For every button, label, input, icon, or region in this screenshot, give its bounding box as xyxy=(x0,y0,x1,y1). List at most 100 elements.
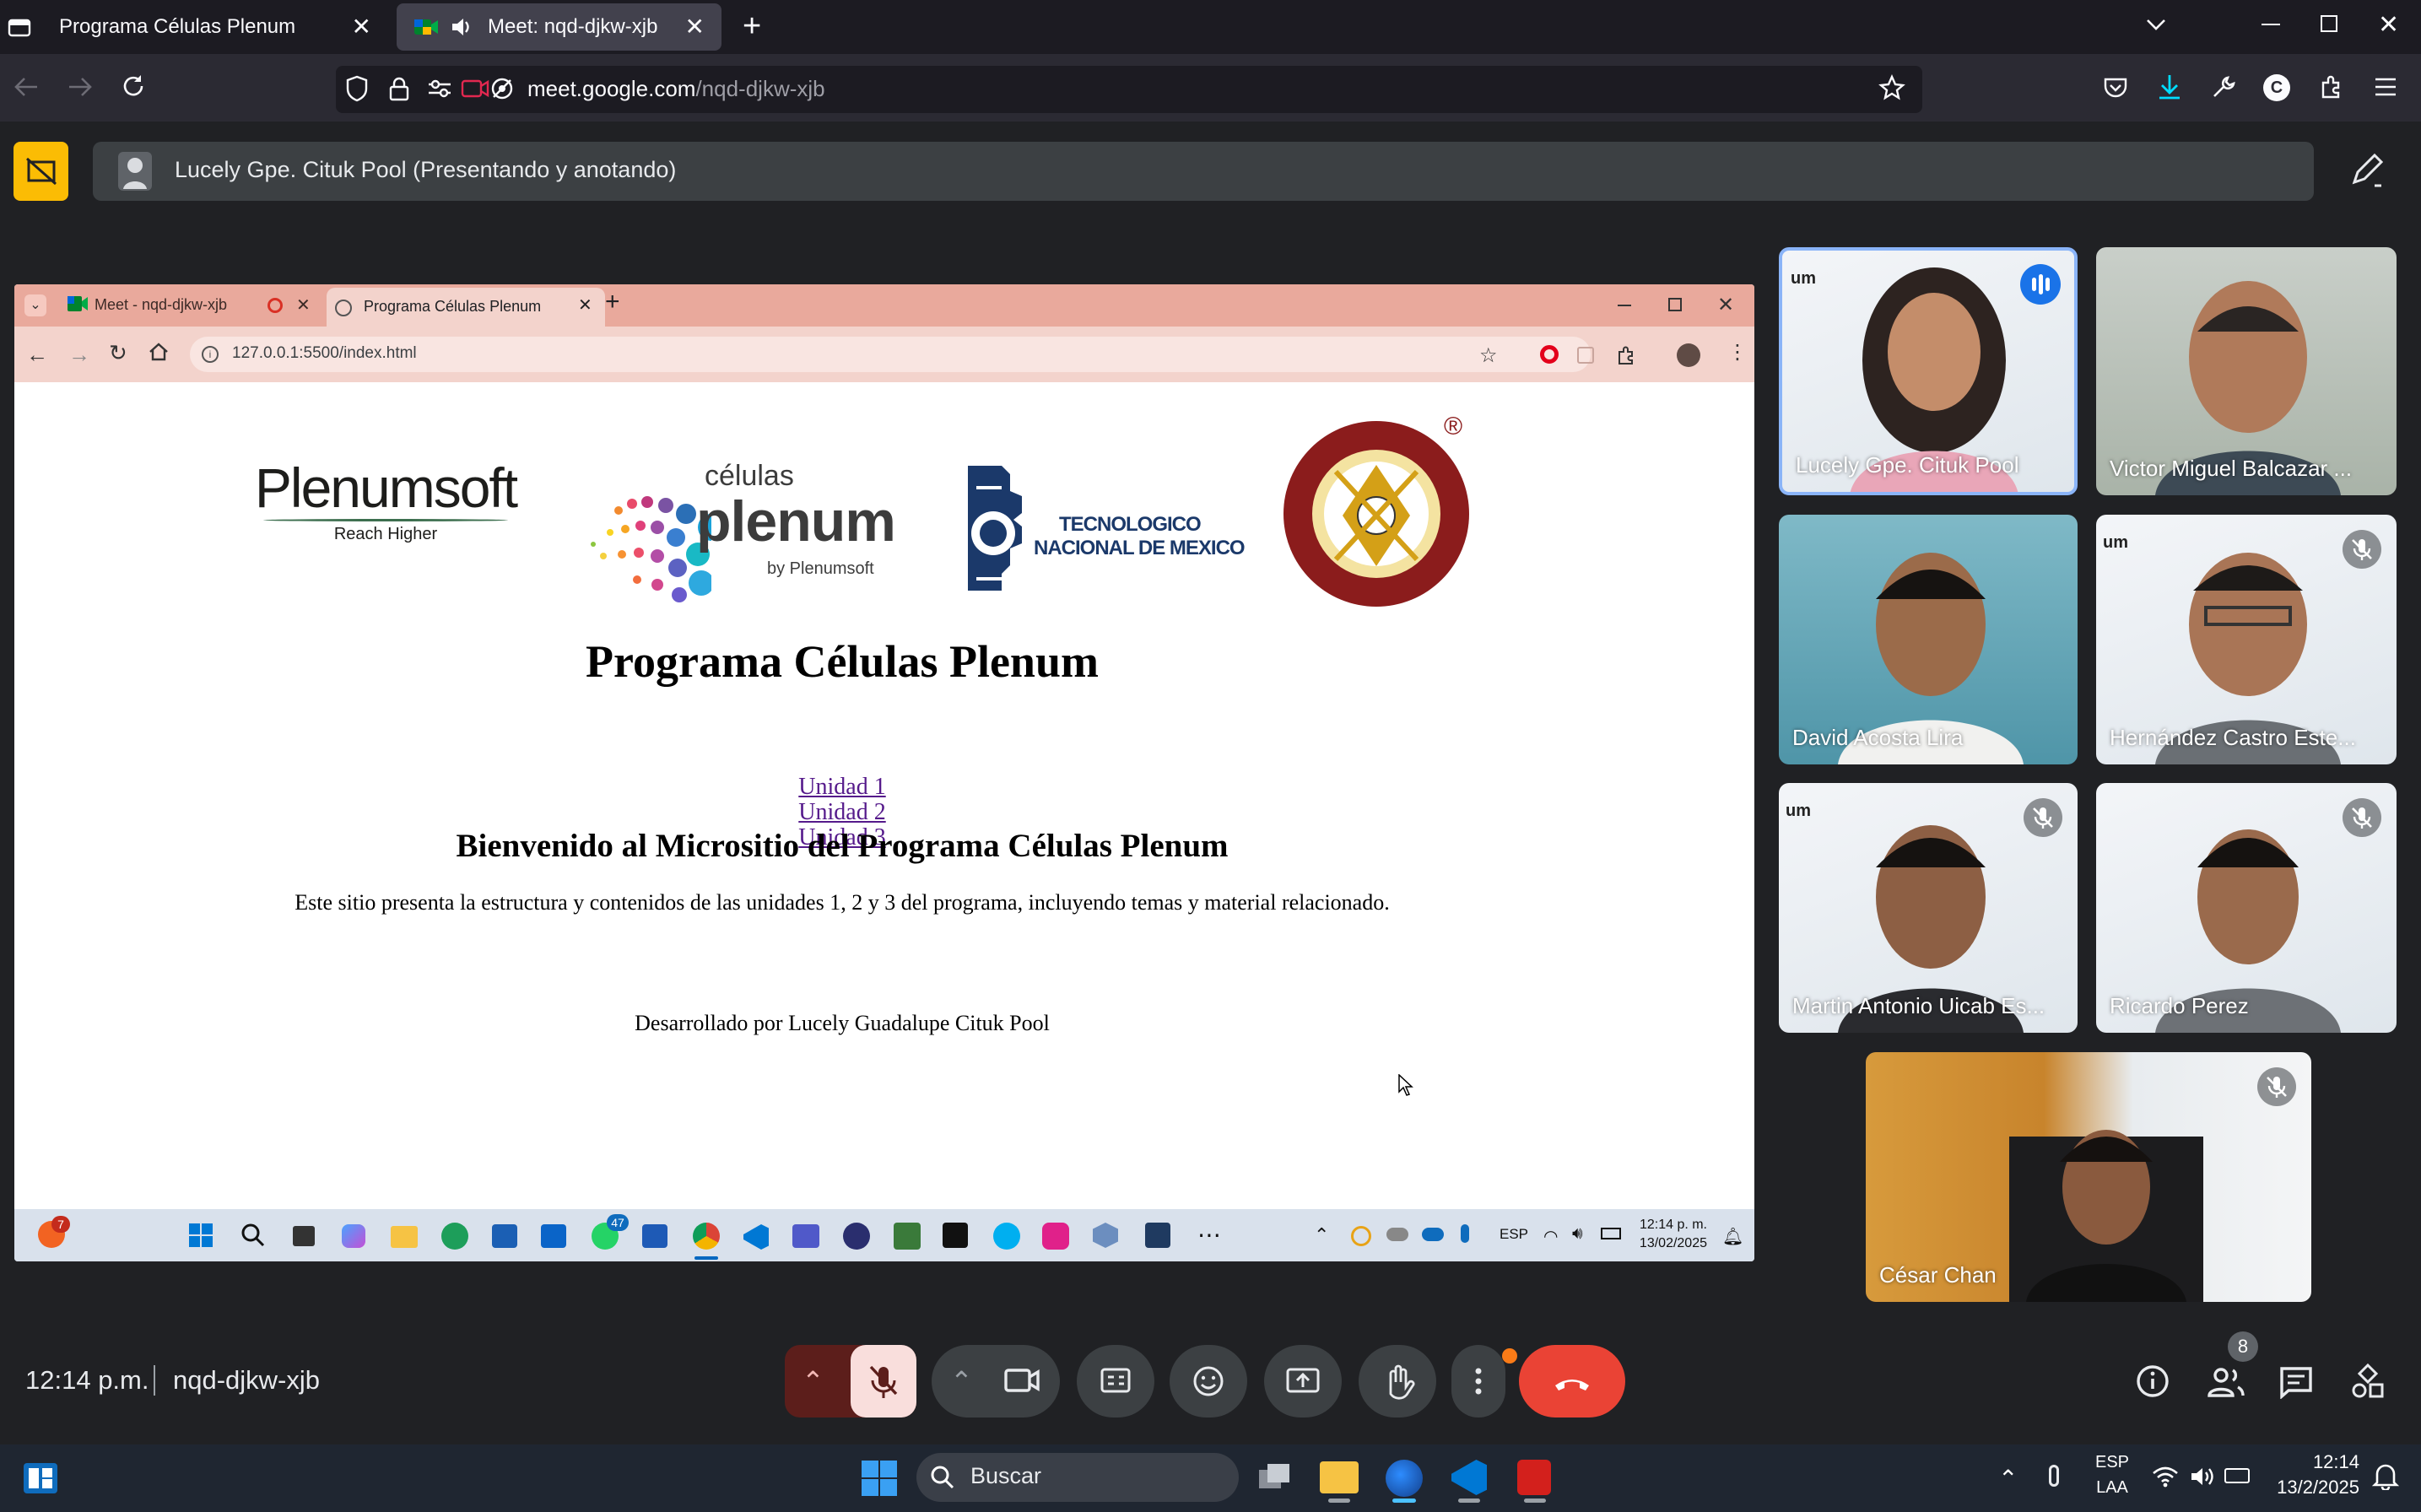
close-tab-icon[interactable]: ✕ xyxy=(296,294,311,316)
more-options-button[interactable] xyxy=(1451,1345,1505,1418)
task-view-icon[interactable] xyxy=(1257,1461,1293,1492)
shared-tab-meet-title[interactable]: Meet - nqd-djkw-xjb xyxy=(95,296,227,314)
captions-button[interactable] xyxy=(1077,1345,1154,1418)
notification-bell-icon[interactable] xyxy=(2371,1461,2400,1490)
participant-tile[interactable]: um Lucely Gpe. Cituk Pool xyxy=(1779,247,2078,495)
extension-icon[interactable] xyxy=(1577,347,1594,364)
extensions-icon[interactable] xyxy=(2319,74,2344,100)
tab-search-icon[interactable]: ⌄ xyxy=(24,294,46,316)
chat-button[interactable] xyxy=(2278,1365,2314,1399)
reactions-button[interactable] xyxy=(1170,1345,1247,1418)
wifi-icon[interactable]: ◠ xyxy=(1543,1226,1558,1247)
input-language-top[interactable]: ESP xyxy=(2093,1453,2132,1472)
restore-icon[interactable] xyxy=(1668,298,1682,311)
input-language-bottom[interactable]: LAA xyxy=(2093,1478,2132,1498)
close-tab-icon[interactable]: ✕ xyxy=(352,15,371,39)
leave-call-button[interactable] xyxy=(1519,1345,1625,1418)
battery-charging-icon[interactable] xyxy=(2224,1468,2250,1483)
edge-icon[interactable] xyxy=(441,1223,468,1250)
link-unidad-2[interactable]: Unidad 2 xyxy=(14,799,1670,826)
show-hidden-icons[interactable]: ⌃ xyxy=(1314,1224,1329,1246)
system-clock-time[interactable]: 12:14 xyxy=(2270,1451,2359,1473)
audio-options-chevron-icon[interactable]: ⌃ xyxy=(802,1365,824,1397)
sync-icon[interactable] xyxy=(1351,1226,1371,1246)
minimize-icon[interactable] xyxy=(1618,305,1631,306)
battery-icon[interactable] xyxy=(1601,1228,1621,1239)
close-tab-icon[interactable]: ✕ xyxy=(685,15,705,39)
annotate-pen-icon[interactable] xyxy=(2344,152,2386,191)
back-icon[interactable] xyxy=(12,74,41,100)
reload-icon[interactable]: ↻ xyxy=(109,340,127,366)
new-tab-icon[interactable]: + xyxy=(605,288,620,316)
tab-list-chevron-icon[interactable] xyxy=(2143,12,2169,37)
microphone-icon[interactable] xyxy=(1461,1224,1469,1243)
minimize-icon[interactable] xyxy=(2262,24,2280,25)
word-icon[interactable] xyxy=(642,1224,667,1248)
restore-icon[interactable] xyxy=(2321,15,2337,32)
forward-icon[interactable] xyxy=(66,74,95,100)
jetbrains-icon[interactable] xyxy=(943,1223,968,1248)
close-window-icon[interactable]: ✕ xyxy=(2378,10,2399,40)
browser-tab-meet[interactable]: Meet: nqd-djkw-xjb ✕ xyxy=(397,3,721,51)
menu-icon[interactable] xyxy=(2373,76,2398,98)
home-icon[interactable] xyxy=(148,342,170,362)
copilot-icon[interactable] xyxy=(342,1224,365,1248)
stop-presenting-icon[interactable] xyxy=(14,142,68,201)
onedrive-icon[interactable] xyxy=(1422,1228,1444,1241)
teams-icon[interactable] xyxy=(792,1224,819,1248)
app-icon[interactable] xyxy=(1093,1223,1118,1248)
download-icon[interactable] xyxy=(2157,73,2182,101)
mic-toggle-button[interactable] xyxy=(851,1345,916,1418)
app-icon[interactable] xyxy=(1042,1223,1069,1250)
shield-icon[interactable] xyxy=(344,74,370,103)
app-icon[interactable] xyxy=(843,1223,870,1250)
account-icon[interactable]: C xyxy=(2263,74,2290,101)
notification-bell-icon[interactable]: 🔔︎ xyxy=(1722,1226,1743,1247)
meeting-details-button[interactable] xyxy=(2135,1364,2170,1399)
shared-url-bar[interactable]: i 127.0.0.1:5500/index.html xyxy=(190,337,1591,372)
microphone-icon[interactable] xyxy=(2049,1465,2059,1487)
file-explorer-icon[interactable] xyxy=(391,1226,418,1248)
lock-icon[interactable] xyxy=(388,76,410,101)
participant-tile[interactable]: Ricardo Perez xyxy=(2096,783,2397,1033)
wifi-icon[interactable] xyxy=(2152,1465,2179,1488)
info-icon[interactable]: i xyxy=(202,346,219,363)
taskbar-search[interactable] xyxy=(916,1453,1239,1502)
volume-icon[interactable]: 🔊︎ xyxy=(1572,1224,1583,1244)
system-clock-date[interactable]: 13/2/2025 xyxy=(2258,1477,2359,1498)
pocket-icon[interactable] xyxy=(2103,76,2128,100)
show-hidden-icons[interactable]: ⌃ xyxy=(1998,1465,2018,1493)
browser-tab-programa[interactable]: Programa Células Plenum ✕ xyxy=(42,3,388,51)
windows-start-icon[interactable] xyxy=(188,1223,213,1248)
extensions-icon[interactable] xyxy=(1616,345,1636,365)
participant-tile[interactable]: um Hernández Castro Este... xyxy=(2096,515,2397,764)
back-icon[interactable]: ← xyxy=(26,342,48,368)
profile-avatar[interactable] xyxy=(1677,343,1700,367)
volume-icon[interactable] xyxy=(2189,1465,2216,1488)
menu-icon[interactable]: ⋮ xyxy=(1727,340,1748,364)
language-indicator[interactable]: ESP xyxy=(1500,1226,1528,1243)
all-tabs-icon[interactable] xyxy=(7,15,32,39)
audio-playing-icon[interactable] xyxy=(451,17,473,37)
participant-tile[interactable]: David Acosta Lira xyxy=(1779,515,2078,764)
more-apps-icon[interactable]: ⋯ xyxy=(1197,1221,1221,1249)
camera-toggle-button[interactable] xyxy=(1004,1364,1041,1397)
close-window-icon[interactable]: ✕ xyxy=(1717,293,1734,317)
participant-tile[interactable]: Victor Miguel Balcazar ... xyxy=(2096,247,2397,495)
participant-tile[interactable]: César Chan xyxy=(1866,1052,2311,1302)
wrench-icon[interactable] xyxy=(2211,74,2236,100)
shared-clock-date[interactable]: 13/02/2025 xyxy=(1626,1236,1707,1251)
task-view-icon[interactable] xyxy=(293,1226,315,1246)
meeting-code[interactable]: nqd-djkw-xjb xyxy=(173,1365,320,1396)
app-icon[interactable] xyxy=(894,1223,921,1250)
people-button[interactable] xyxy=(2206,1365,2246,1399)
bookmark-star-icon[interactable] xyxy=(1878,74,1905,101)
shared-clock-time[interactable]: 12:14 p. m. xyxy=(1626,1218,1707,1233)
search-icon[interactable] xyxy=(240,1223,266,1248)
app-icon[interactable] xyxy=(1145,1223,1170,1248)
activities-button[interactable] xyxy=(2349,1362,2386,1401)
present-button[interactable] xyxy=(1264,1345,1342,1418)
forward-icon[interactable]: → xyxy=(68,342,90,368)
link-unidad-1[interactable]: Unidad 1 xyxy=(14,774,1670,801)
camera-blocked-icon[interactable] xyxy=(461,78,489,100)
